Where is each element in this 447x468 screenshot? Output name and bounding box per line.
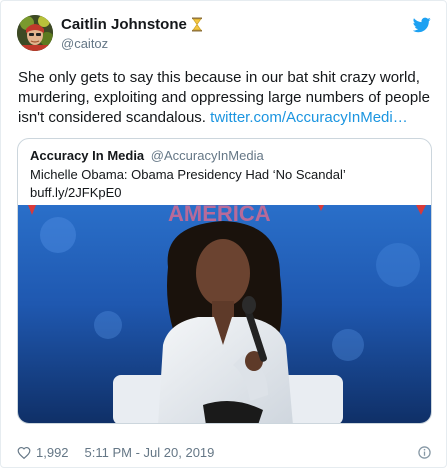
author-display-name[interactable]: Caitlin Johnstone bbox=[61, 16, 187, 33]
hourglass-icon bbox=[191, 17, 202, 32]
avatar-image bbox=[17, 15, 53, 51]
quoted-tweet-header: Accuracy In Media @AccuracyInMedia bbox=[30, 148, 264, 163]
quoted-tweet[interactable]: Accuracy In Media @AccuracyInMedia Miche… bbox=[17, 138, 432, 424]
tweet-footer: 1,992 5:11 PM - Jul 20, 2019 bbox=[17, 445, 214, 460]
author-name-row[interactable]: Caitlin Johnstone bbox=[61, 16, 203, 33]
author-avatar[interactable] bbox=[17, 15, 53, 51]
quoted-display-name[interactable]: Accuracy In Media bbox=[30, 148, 144, 163]
tweet-link[interactable]: twitter.com/AccuracyInMedi… bbox=[210, 109, 408, 126]
quoted-tweet-text: Michelle Obama: Obama Presidency Had ‘No… bbox=[30, 166, 425, 202]
tweet-timestamp[interactable]: 5:11 PM - Jul 20, 2019 bbox=[85, 445, 215, 460]
quoted-short-link[interactable]: buff.ly/2JFKpE0 bbox=[30, 184, 425, 202]
quoted-tweet-photo[interactable]: AMERICA bbox=[18, 205, 431, 423]
quoted-headline: Michelle Obama: Obama Presidency Had ‘No… bbox=[30, 167, 346, 182]
quoted-handle[interactable]: @AccuracyInMedia bbox=[151, 148, 264, 163]
heart-icon[interactable] bbox=[17, 446, 31, 459]
info-icon[interactable] bbox=[418, 446, 431, 459]
author-handle[interactable]: @caitoz bbox=[61, 36, 108, 51]
twitter-bird-icon[interactable] bbox=[413, 17, 431, 33]
tweet-text: She only gets to say this because in our… bbox=[18, 68, 438, 128]
embedded-tweet-card: Caitlin Johnstone @caitoz She only gets … bbox=[0, 0, 447, 468]
like-count[interactable]: 1,992 bbox=[36, 445, 69, 460]
speaker-photo: AMERICA bbox=[18, 205, 431, 423]
